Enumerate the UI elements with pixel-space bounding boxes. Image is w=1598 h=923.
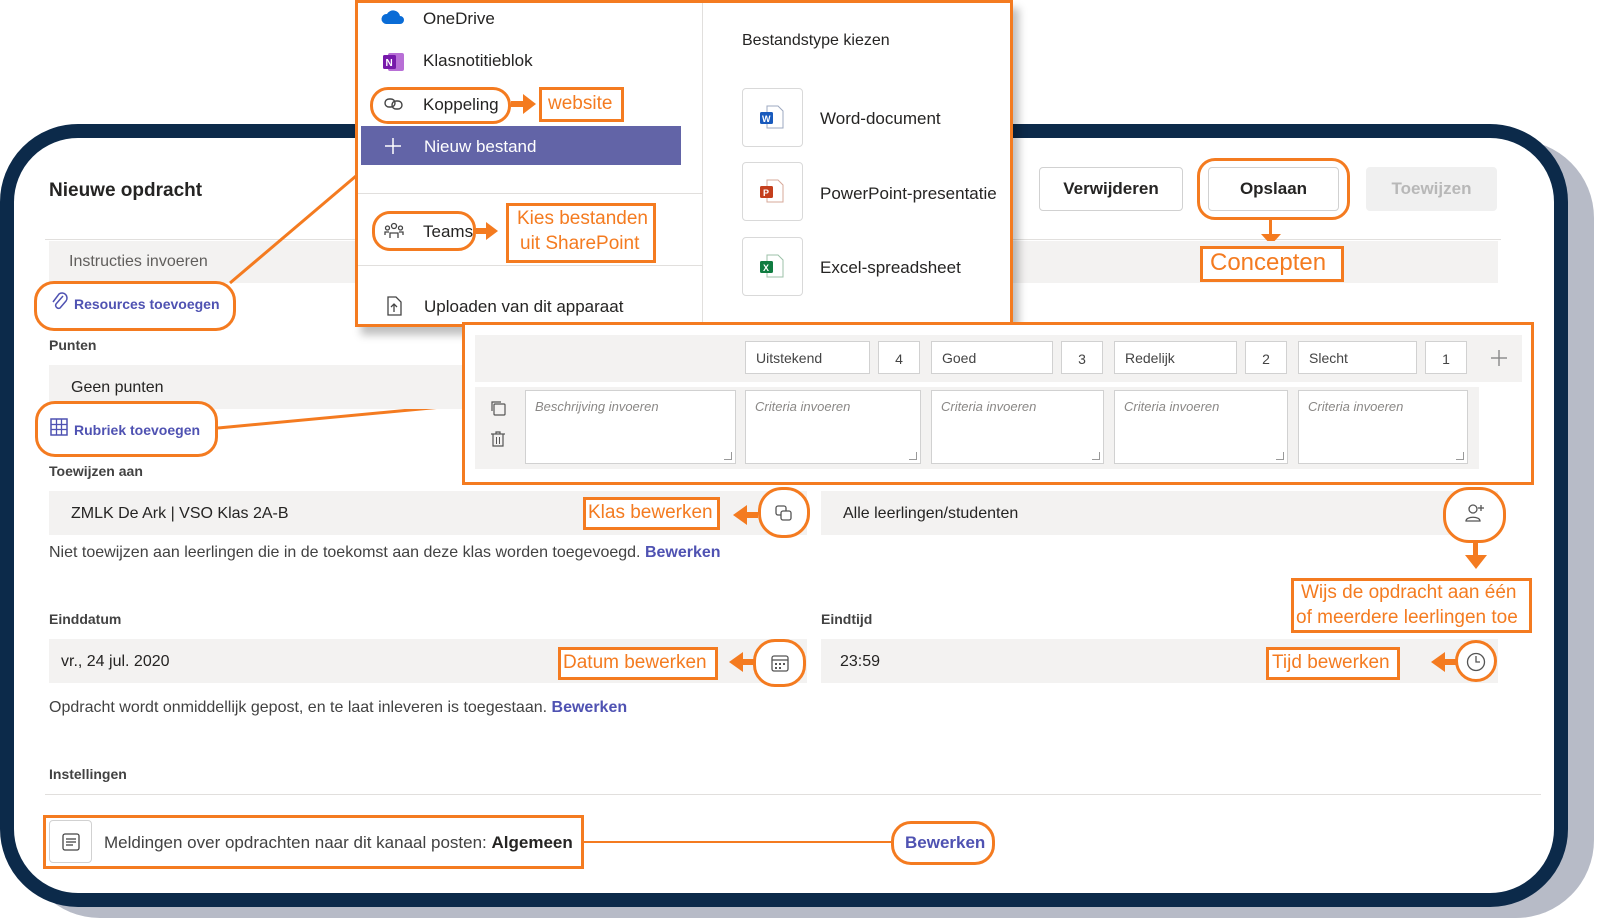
rubric-criteria-input[interactable]: Criteria invoeren (1114, 390, 1288, 464)
due-date-value: vr., 24 jul. 2020 (61, 653, 170, 670)
menu-item-newfile-label: Nieuw bestand (424, 137, 537, 156)
word-icon: W (759, 104, 785, 130)
settings-divider (45, 794, 1541, 795)
rubric-level-points[interactable]: 3 (1061, 341, 1103, 374)
filetype-word[interactable]: Word-document (820, 109, 941, 129)
svg-text:X: X (763, 263, 769, 273)
future-edit-link[interactable]: Bewerken (645, 544, 721, 561)
menu-column-divider (702, 3, 703, 324)
website-annotation: website (548, 93, 613, 114)
stage: { "form": { "title": "Nieuwe opdracht", … (0, 0, 1598, 923)
channel-edit-link[interactable]: Bewerken (905, 833, 985, 853)
rubric-level-points[interactable]: 4 (878, 341, 920, 374)
class-edit-annotation: Klas bewerken (588, 502, 713, 523)
assign-annotation-line1: Wijs de opdracht aan één (1301, 582, 1517, 603)
post-icon (61, 832, 81, 852)
powerpoint-icon: P (759, 178, 785, 204)
excel-icon: X (759, 253, 785, 279)
sharepoint-annotation-line1: Kies bestanden (517, 208, 648, 229)
students-arrow-head (1465, 555, 1487, 569)
due-time-label: Eindtijd (821, 611, 873, 627)
post-note-text: Opdracht wordt onmiddellijk gepost, en t… (49, 699, 548, 716)
rubric-level-points[interactable]: 1 (1425, 341, 1467, 374)
future-note-text: Niet toewijzen aan leerlingen die in de … (49, 544, 641, 561)
rubric-add-link[interactable]: Rubriek toevoegen (74, 422, 200, 438)
onedrive-icon (380, 9, 406, 25)
settings-label: Instellingen (49, 766, 127, 782)
add-person-icon (1464, 503, 1486, 523)
filetype-excel[interactable]: Excel-spreadsheet (820, 258, 961, 278)
delete-icon[interactable] (490, 430, 506, 448)
filetype-heading: Bestandstype kiezen (742, 32, 890, 49)
date-edit-annotation: Datum bewerken (563, 652, 707, 673)
calendar-icon (771, 654, 789, 672)
clock-icon (1466, 652, 1486, 672)
future-note: Niet toewijzen aan leerlingen die in de … (49, 544, 721, 562)
class-edit-icon (775, 505, 793, 521)
teams-icon (384, 222, 404, 240)
channel-label: Meldingen over opdrachten naar dit kanaa… (104, 833, 492, 852)
class-value: ZMLK De Ark | VSO Klas 2A-B (71, 505, 289, 522)
time-edit-annotation: Tijd bewerken (1272, 652, 1390, 673)
due-time-value: 23:59 (840, 653, 881, 670)
rubric-level-name[interactable]: Uitstekend (745, 341, 870, 374)
copy-icon[interactable] (489, 399, 507, 417)
assign-to-label: Toewijzen aan (49, 463, 143, 479)
menu-item-upload[interactable]: Uploaden van dit apparaat (424, 297, 623, 317)
channel-name: Algemeen (491, 833, 573, 852)
rubric-description-input[interactable]: Beschrijving invoeren (525, 390, 736, 464)
link-icon (384, 96, 404, 112)
rubric-level-name[interactable]: Redelijk (1114, 341, 1237, 374)
plus-icon (385, 138, 401, 154)
svg-text:W: W (762, 114, 771, 124)
rubric-level-points[interactable]: 2 (1245, 341, 1287, 374)
filetype-powerpoint[interactable]: PowerPoint-presentatie (820, 184, 997, 204)
upload-icon (385, 296, 403, 316)
svg-text:N: N (386, 58, 393, 69)
add-level-icon[interactable] (1490, 349, 1508, 367)
menu-item-classnotebook[interactable]: Klasnotitieblok (423, 51, 533, 71)
post-edit-link[interactable]: Bewerken (552, 699, 628, 716)
onenote-icon: N (383, 52, 405, 72)
rubric-level-name[interactable]: Goed (931, 341, 1053, 374)
channel-text: Meldingen over opdrachten naar dit kanaa… (104, 833, 573, 853)
rubric-level-name[interactable]: Slecht (1298, 341, 1417, 374)
post-note: Opdracht wordt onmiddellijk gepost, en t… (49, 699, 627, 717)
due-date-label: Einddatum (49, 611, 122, 627)
class-arrow-head (733, 505, 747, 525)
rubric-criteria-input[interactable]: Criteria invoeren (1298, 390, 1468, 464)
svg-text:P: P (763, 188, 769, 198)
students-value: Alle leerlingen/studenten (843, 505, 1019, 522)
rubric-criteria-input[interactable]: Criteria invoeren (931, 390, 1104, 464)
menu-item-link[interactable]: Koppeling (423, 95, 499, 115)
menu-item-teams[interactable]: Teams (423, 222, 473, 242)
assign-annotation-line2: of meerdere leerlingen toe (1296, 607, 1518, 628)
points-label: Punten (49, 337, 97, 353)
sharepoint-annotation-line2: uit SharePoint (520, 233, 640, 254)
table-icon (50, 418, 68, 436)
menu-item-onedrive[interactable]: OneDrive (423, 9, 495, 29)
rubric-criteria-input[interactable]: Criteria invoeren (745, 390, 921, 464)
points-value: Geen punten (71, 379, 164, 396)
